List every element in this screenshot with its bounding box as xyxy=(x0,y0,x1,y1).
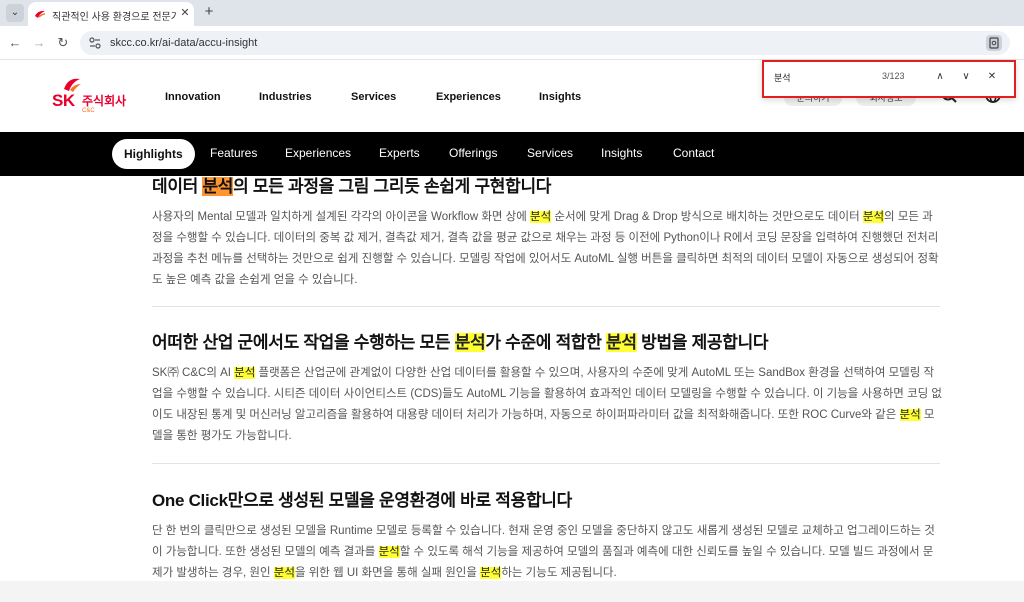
sk-cc-logo[interactable]: SK 주식회사 C&C xyxy=(52,75,132,117)
content-section-2: 어떠한 산업 군에서도 작업을 수행하는 모든 분석가 수준에 적합한 분석 방… xyxy=(152,328,942,447)
text-run: 순서에 맞게 Drag & Drop 방식으로 배치하는 것만으로도 데이터 xyxy=(551,211,863,223)
logo-sub-text: C&C xyxy=(82,108,95,114)
logo-sk-text: SK xyxy=(52,91,75,110)
section-title: One Click만으로 생성된 모델을 운영환경에 바로 적용합니다 xyxy=(152,486,942,511)
page-action-icon[interactable] xyxy=(986,35,1002,51)
find-match-count: 3/123 xyxy=(882,71,905,81)
current-search-match-highlight: 분석 xyxy=(202,177,234,196)
text-run: SK㈜ C&C의 AI xyxy=(152,367,235,379)
main-nav-insights[interactable]: Insights xyxy=(539,91,581,103)
section-body: 단 한 번의 클릭만으로 생성된 모델을 Runtime 모델로 등록할 수 있… xyxy=(152,521,942,581)
search-match-highlight: 분석 xyxy=(273,567,295,579)
section-body: 사용자의 Mental 모델과 일치하게 설계된 각각의 아이콘을 Workfl… xyxy=(152,207,942,291)
browser-tab-active[interactable]: 직관적인 사용 환경으로 전문가 ✕ xyxy=(28,2,194,26)
address-bar[interactable]: skcc.co.kr/ai-data/accu-insight xyxy=(80,31,1010,55)
text-run: One Click만으로 생성된 모델을 운영환경에 바로 적용합니다 xyxy=(152,491,572,510)
search-match-highlight: 분석 xyxy=(606,333,637,352)
subnav-highlights[interactable]: Highlights xyxy=(112,139,195,169)
find-close-icon[interactable]: ✕ xyxy=(984,69,1000,85)
new-tab-plus-icon[interactable]: + xyxy=(200,3,218,21)
content-section-3: One Click만으로 생성된 모델을 운영환경에 바로 적용합니다 단 한 … xyxy=(152,486,942,581)
reload-icon[interactable]: ↻ xyxy=(54,34,72,52)
text-run: 방법을 제공합니다 xyxy=(636,333,769,352)
find-prev-chevron-up-icon[interactable]: ∧ xyxy=(932,69,948,85)
search-match-highlight: 분석 xyxy=(378,546,400,558)
text-run: 의 모든 과정을 그림 그리듯 손쉽게 구현합니다 xyxy=(233,177,552,196)
main-nav-services[interactable]: Services xyxy=(351,91,396,103)
search-match-highlight: 분석 xyxy=(480,567,502,579)
find-next-chevron-down-icon[interactable]: ∨ xyxy=(958,69,974,85)
text-run: 을 위한 웹 UI 화면을 통해 실패 원인을 xyxy=(294,567,481,579)
search-match-highlight: 분석 xyxy=(899,409,921,421)
text-run: 데이터 xyxy=(152,177,203,196)
section-subnav: Highlights Features Experiences Experts … xyxy=(0,132,1024,176)
main-nav-experiences[interactable]: Experiences xyxy=(436,91,501,103)
url-text[interactable]: skcc.co.kr/ai-data/accu-insight xyxy=(110,37,257,49)
highlights-content: 데이터 분석의 모든 과정을 그림 그리듯 손쉽게 구현합니다 사용자의 Men… xyxy=(0,176,1024,581)
find-in-page-bar: 분석 3/123 ∧ ∨ ✕ xyxy=(762,60,1016,98)
section-divider xyxy=(152,463,940,464)
section-divider xyxy=(152,306,940,307)
browser-toolbar: ← → ↻ skcc.co.kr/ai-data/accu-insight xyxy=(0,26,1024,60)
find-query-input[interactable]: 분석 xyxy=(774,71,874,84)
content-section-1: 데이터 분석의 모든 과정을 그림 그리듯 손쉽게 구현합니다 사용자의 Men… xyxy=(152,176,942,291)
subnav-experiences[interactable]: Experiences xyxy=(285,146,351,160)
logo-company-text: 주식회사 xyxy=(82,94,127,108)
subnav-services[interactable]: Services xyxy=(527,146,573,160)
subnav-offerings[interactable]: Offerings xyxy=(449,146,497,160)
section-body: SK㈜ C&C의 AI 분석 플랫폼은 산업군에 관계없이 다양한 산업 데이터… xyxy=(152,363,942,447)
text-run: 플랫폼은 산업군에 관계없이 다양한 산업 데이터를 활용할 수 있으며, 사용… xyxy=(152,367,943,421)
subnav-experts[interactable]: Experts xyxy=(379,146,420,160)
main-nav-industries[interactable]: Industries xyxy=(259,91,312,103)
browser-tabstrip: ⌄ 직관적인 사용 환경으로 전문가 ✕ + xyxy=(0,0,1024,26)
text-run: 사용자의 Mental 모델과 일치하게 설계된 각각의 아이콘을 Workfl… xyxy=(152,211,531,223)
text-run: 가 수준에 적합한 xyxy=(485,333,607,352)
text-run: 어떠한 산업 군에서도 작업을 수행하는 모든 xyxy=(152,333,455,352)
search-match-highlight: 분석 xyxy=(530,211,552,223)
search-match-highlight: 분석 xyxy=(454,333,486,352)
search-match-highlight: 분석 xyxy=(862,211,885,223)
favicon-icon xyxy=(35,10,46,18)
text-run: 하는 기능도 제공됩니다. xyxy=(501,567,617,579)
section-title: 데이터 분석의 모든 과정을 그림 그리듯 손쉽게 구현합니다 xyxy=(152,176,942,197)
tab-close-icon[interactable]: ✕ xyxy=(178,6,192,20)
back-arrow-icon[interactable]: ← xyxy=(6,34,24,52)
subnav-contact[interactable]: Contact xyxy=(673,146,714,160)
forward-arrow-icon[interactable]: → xyxy=(30,34,48,52)
subnav-features[interactable]: Features xyxy=(210,146,257,160)
tab-title: 직관적인 사용 환경으로 전문가 xyxy=(52,12,176,23)
site-info-icon[interactable] xyxy=(88,36,102,50)
main-nav-innovation[interactable]: Innovation xyxy=(165,91,221,103)
search-match-highlight: 분석 xyxy=(234,367,256,379)
page-bottom-band xyxy=(0,581,1024,602)
section-title: 어떠한 산업 군에서도 작업을 수행하는 모든 분석가 수준에 적합한 분석 방… xyxy=(152,328,942,353)
tab-search-chevron-down-icon[interactable]: ⌄ xyxy=(6,4,24,22)
subnav-insights[interactable]: Insights xyxy=(601,146,642,160)
